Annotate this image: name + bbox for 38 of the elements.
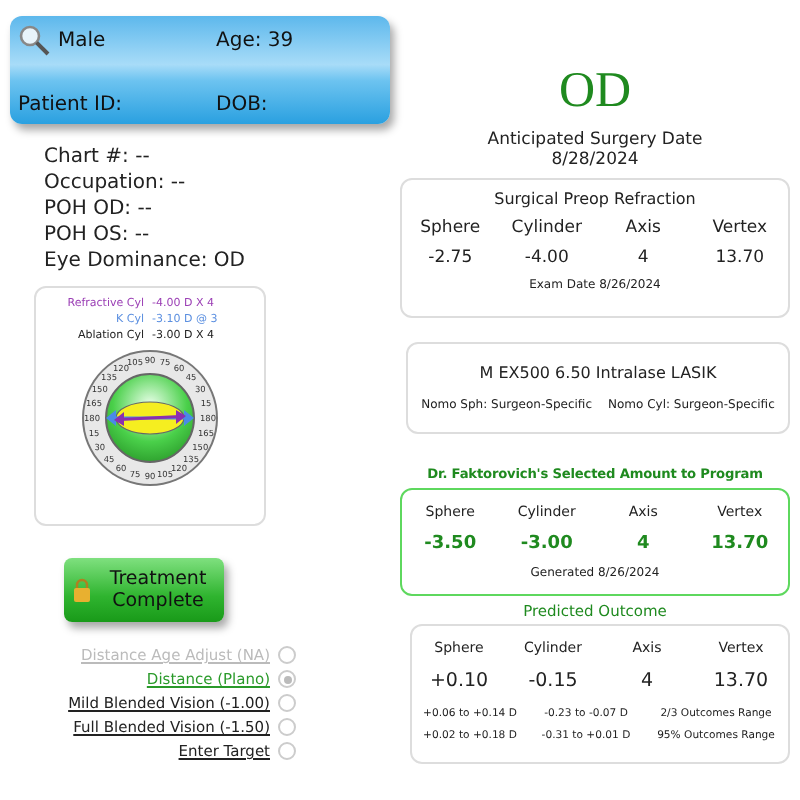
lock-icon <box>72 578 92 602</box>
patient-age: Age: 39 <box>216 28 296 52</box>
patient-info-line: Occupation: -- <box>44 170 188 196</box>
laser-name: M EX500 6.50 Intralase LASIK <box>479 364 717 382</box>
outcome-value: 4 <box>638 669 656 691</box>
column-header: Vertex <box>710 218 770 238</box>
eye-heading: OD <box>556 66 634 118</box>
patient-id-label: Patient ID: <box>18 94 125 116</box>
patient-info-line: Chart #: -- <box>44 144 152 170</box>
preop-value: 4 <box>635 248 651 268</box>
target-radio[interactable] <box>278 742 296 760</box>
preop-value: 13.70 <box>713 248 767 268</box>
dob-label: DOB: <box>216 94 270 116</box>
outcome-value: +0.10 <box>427 669 491 691</box>
preop-value: -2.75 <box>426 248 475 268</box>
search-icon[interactable] <box>18 24 50 56</box>
target-radio[interactable] <box>278 670 296 688</box>
patient-info-line: POH OS: -- <box>44 222 152 248</box>
outcome-value: -0.15 <box>526 669 580 691</box>
selected-value: 13.70 <box>709 533 771 553</box>
selected-value: 4 <box>634 533 652 553</box>
surgery-date-title: Anticipated Surgery Date <box>485 130 705 150</box>
target-radio[interactable] <box>278 694 296 712</box>
axis-dial-drawing <box>82 350 218 486</box>
target-radio[interactable] <box>278 718 296 736</box>
patient-sex: Male <box>58 28 108 52</box>
patient-info-line: POH OD: -- <box>44 196 154 222</box>
column-header: Sphere <box>418 218 483 238</box>
treatment-complete-button[interactable]: Treatment Complete <box>64 558 224 622</box>
column-header: Cylinder <box>509 218 584 238</box>
surgery-date: 8/28/2024 <box>549 150 641 170</box>
selected-value: -3.00 <box>518 533 575 553</box>
patient-info-line: Eye Dominance: OD <box>44 248 247 274</box>
preop-title: Surgical Preop Refraction <box>494 190 696 208</box>
column-header: Axis <box>623 218 663 238</box>
preop-value: -4.00 <box>522 248 571 268</box>
outcome-value: 13.70 <box>711 669 771 691</box>
selected-value: -3.50 <box>422 533 479 553</box>
